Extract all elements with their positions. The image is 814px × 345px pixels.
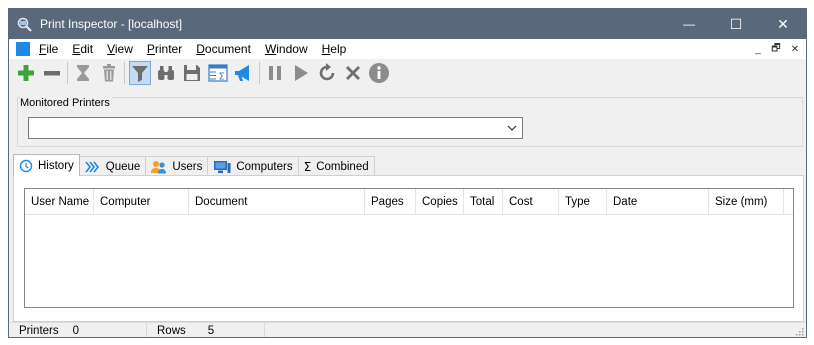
resume-button[interactable]: [290, 61, 312, 85]
users-icon: [151, 160, 167, 174]
computers-icon: [213, 160, 231, 174]
close-icon: ✕: [777, 15, 789, 32]
filter-icon: [132, 66, 148, 82]
mdi-close-icon: ✕: [790, 43, 800, 55]
mdi-document-icon[interactable]: [16, 42, 30, 56]
menu-printer[interactable]: Printer: [147, 42, 182, 56]
tab-strip: History Queue Users Computers Σ Combined: [13, 154, 375, 176]
mdi-restore-button[interactable]: 🗗: [768, 41, 784, 57]
column-total[interactable]: Total: [464, 189, 503, 215]
properties-button[interactable]: [368, 61, 390, 85]
app-window: Print Inspector - [localhost] — ☐ ✕ File…: [8, 8, 807, 338]
print-inspector-logo-icon: [17, 17, 32, 32]
mdi-minimize-button[interactable]: _: [750, 41, 766, 57]
toolbar-separator: [124, 62, 125, 84]
minimize-icon: —: [683, 17, 695, 31]
restart-button[interactable]: [316, 61, 338, 85]
summary-button[interactable]: Σ: [207, 61, 229, 85]
filter-button[interactable]: [129, 61, 151, 85]
status-rows: Rows 5: [147, 322, 265, 337]
menu-document[interactable]: Document: [196, 42, 251, 56]
monitored-printers-select[interactable]: [28, 117, 523, 139]
svg-text:Σ: Σ: [219, 72, 225, 83]
cancel-icon: [346, 66, 360, 80]
pause-icon: [269, 66, 281, 80]
window-close-button[interactable]: ✕: [760, 9, 806, 39]
monitored-printers-label: Monitored Printers: [20, 97, 112, 109]
binoculars-icon: [158, 66, 174, 80]
remove-icon: [44, 71, 60, 76]
save-button[interactable]: [181, 61, 203, 85]
status-printers-label: Printers: [19, 324, 59, 337]
menu-help[interactable]: Help: [322, 42, 347, 56]
window-maximize-button[interactable]: ☐: [713, 9, 759, 39]
status-rows-value: 5: [207, 324, 215, 337]
restart-icon: [319, 63, 335, 81]
column-computer[interactable]: Computer: [94, 189, 189, 215]
tab-computers-label: Computers: [236, 160, 293, 173]
find-button[interactable]: [155, 61, 177, 85]
hourglass-button[interactable]: [72, 61, 94, 85]
monitored-printers-group: Monitored Printers: [17, 97, 803, 147]
status-rows-label: Rows: [157, 324, 186, 337]
delete-button[interactable]: [98, 61, 120, 85]
history-list[interactable]: User Name Computer Document Pages Copies…: [24, 188, 794, 308]
remove-printer-button[interactable]: [41, 61, 63, 85]
tab-queue[interactable]: Queue: [78, 156, 147, 176]
column-pages[interactable]: Pages: [365, 189, 416, 215]
column-size-mm[interactable]: Size (mm): [709, 189, 784, 215]
menu-view[interactable]: View: [107, 42, 133, 56]
tab-queue-label: Queue: [105, 160, 141, 173]
toolbar-separator: [259, 62, 260, 84]
toolbar-separator: [67, 62, 68, 84]
column-cost[interactable]: Cost: [503, 189, 559, 215]
play-icon: [295, 65, 308, 81]
resize-grip-icon[interactable]: [794, 326, 804, 336]
sum-sheet-icon: Σ: [208, 64, 228, 83]
add-icon: [18, 65, 34, 81]
cancel-button[interactable]: [342, 61, 364, 85]
pause-button[interactable]: [264, 61, 286, 85]
menu-window[interactable]: Window: [265, 42, 308, 56]
column-user-name[interactable]: User Name: [25, 189, 94, 215]
tab-history[interactable]: History: [13, 154, 80, 176]
tab-combined-label: Combined: [316, 160, 369, 173]
status-printers-value: 0: [72, 324, 80, 337]
status-bar: Printers 0 Rows 5: [9, 322, 806, 337]
list-header: User Name Computer Document Pages Copies…: [25, 189, 793, 215]
title-bar[interactable]: Print Inspector - [localhost] — ☐ ✕: [9, 9, 806, 39]
chevron-down-icon[interactable]: [504, 120, 520, 136]
history-icon: [19, 159, 33, 173]
queue-icon: [85, 161, 101, 173]
mdi-close-button[interactable]: ✕: [787, 41, 803, 57]
mdi-restore-icon: 🗗: [771, 42, 781, 54]
megaphone-icon: [235, 65, 249, 81]
column-document[interactable]: Document: [189, 189, 365, 215]
hourglass-icon: [77, 65, 89, 81]
notify-button[interactable]: [233, 61, 255, 85]
trash-icon: [103, 64, 115, 82]
status-printers: Printers 0: [9, 322, 147, 337]
tab-history-label: History: [38, 159, 74, 172]
tab-combined[interactable]: Σ Combined: [297, 156, 375, 176]
maximize-icon: ☐: [729, 15, 743, 32]
column-type[interactable]: Type: [559, 189, 607, 215]
menu-bar: File Edit View Printer Document Window H…: [9, 39, 806, 59]
info-icon: [369, 63, 389, 83]
window-title: Print Inspector - [localhost]: [40, 17, 183, 31]
tab-computers[interactable]: Computers: [207, 156, 299, 176]
tab-users[interactable]: Users: [145, 156, 209, 176]
menu-file[interactable]: File: [39, 42, 58, 56]
toolbar: Σ: [9, 59, 806, 87]
tab-users-label: Users: [172, 160, 203, 173]
sigma-icon: Σ: [303, 159, 312, 174]
mdi-minimize-icon: _: [755, 43, 761, 55]
menu-edit[interactable]: Edit: [72, 42, 93, 56]
window-minimize-button[interactable]: —: [666, 9, 712, 39]
save-icon: [184, 65, 200, 81]
add-printer-button[interactable]: [15, 61, 37, 85]
column-date[interactable]: Date: [607, 189, 709, 215]
history-panel: User Name Computer Document Pages Copies…: [13, 175, 804, 322]
column-copies[interactable]: Copies: [416, 189, 464, 215]
